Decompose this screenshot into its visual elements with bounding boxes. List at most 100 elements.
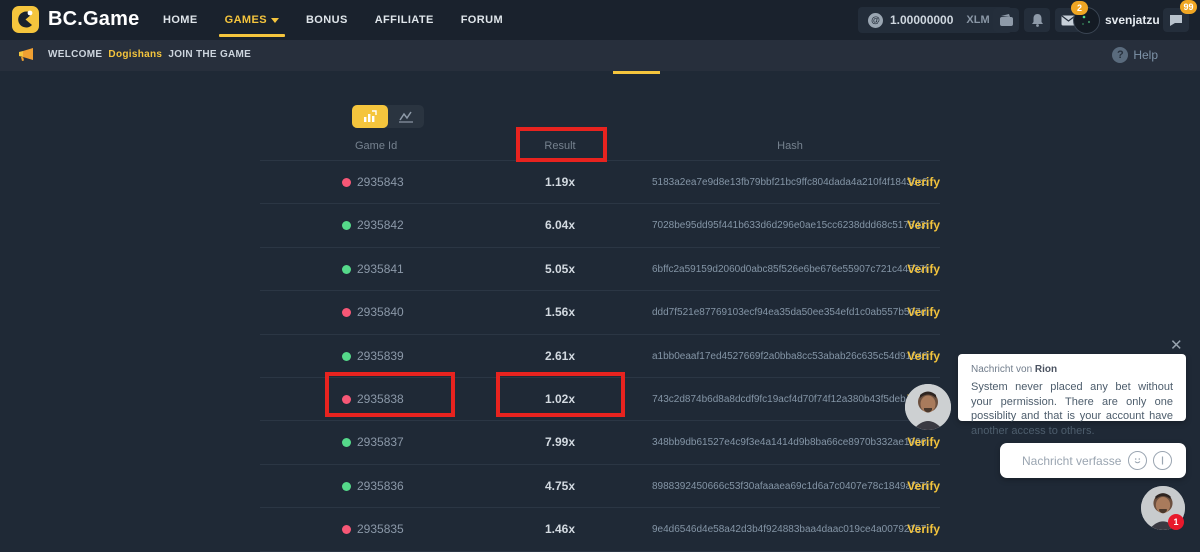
welcome-username: Dogishans <box>108 49 162 60</box>
wallet-icon <box>999 13 1014 27</box>
emoji-icon[interactable] <box>1128 451 1147 470</box>
game-hash: 8988392450666c53f30afaaaea69c1d6a7c0407e… <box>652 481 928 492</box>
xlm-coin-icon: @ <box>868 13 883 28</box>
chat-unread-badge: 1 <box>1168 514 1184 530</box>
balance-amount: 1.00000000 <box>890 13 953 27</box>
game-id: 2935843 <box>357 175 404 189</box>
table-row: 2935837 7.99x 348bb9db61527e4c9f3e4a1414… <box>260 421 940 464</box>
wallet-button[interactable] <box>993 8 1019 32</box>
game-id: 2935840 <box>357 305 404 319</box>
welcome-message: WELCOME Dogishans JOIN THE GAME <box>48 49 254 60</box>
verify-link[interactable]: Verify <box>907 175 940 189</box>
status-dot <box>342 221 351 230</box>
chat-input-bar <box>1000 443 1186 478</box>
nav-affiliate[interactable]: AFFILIATE <box>375 14 434 26</box>
bar-chart-icon <box>362 110 378 123</box>
header-hash: Hash <box>650 140 930 152</box>
game-result: 4.75x <box>480 479 640 493</box>
game-hash: 348bb9db61527e4c9f3e4a1414d9b8ba66ce8970… <box>652 437 928 448</box>
brand[interactable]: BC.Game <box>12 6 139 33</box>
chevron-down-icon <box>271 18 279 23</box>
active-tab-underline <box>219 34 285 37</box>
list-view-toggle[interactable] <box>352 105 388 128</box>
game-result: 5.05x <box>480 262 640 276</box>
game-id: 2935838 <box>357 392 404 406</box>
status-dot <box>342 395 351 404</box>
table-row: 2935842 6.04x 7028be95dd95f441b633d6d296… <box>260 204 940 247</box>
table-row: 2935835 1.46x 9e4d6546d4e58a42d3b4f92488… <box>260 508 940 551</box>
table-row: 2935840 1.56x ddd7f521e87769103ecf94ea35… <box>260 291 940 334</box>
bcgame-logo-icon <box>12 6 39 33</box>
bell-icon <box>1031 13 1044 27</box>
verify-link[interactable]: Verify <box>907 522 940 536</box>
top-navbar: BC.Game HOME GAMES BONUS AFFILIATE FORUM… <box>0 0 1200 40</box>
chat-message-card: Nachricht von Rion System never placed a… <box>958 354 1186 421</box>
table-row: 2935839 2.61x a1bb0eaaf17ed4527669f2a0bb… <box>260 335 940 378</box>
welcome-bar: WELCOME Dogishans JOIN THE GAME ? Help <box>0 40 1200 71</box>
game-hash: 9e4d6546d4e58a42d3b4f924883baa4daac019ce… <box>652 524 928 535</box>
game-hash: 7028be95dd95f441b633d6d296e0ae15cc6238dd… <box>652 220 928 231</box>
balance-selector[interactable]: @ 1.00000000 XLM <box>858 7 1012 33</box>
game-id: 2935842 <box>357 218 404 232</box>
chat-sender-name: Rion <box>1035 364 1057 375</box>
game-id: 2935835 <box>357 522 404 536</box>
brand-name: BC.Game <box>48 8 139 31</box>
game-result: 2.61x <box>480 349 640 363</box>
chat-message-input[interactable] <box>1020 453 1124 469</box>
nav-home[interactable]: HOME <box>163 14 198 26</box>
game-hash: a1bb0eaaf17ed4527669f2a0bba8cc53abab26c6… <box>652 351 928 362</box>
nav-games[interactable]: GAMES <box>225 14 279 26</box>
game-result: 1.56x <box>480 305 640 319</box>
game-id: 2935837 <box>357 435 404 449</box>
nav-bonus[interactable]: BONUS <box>306 14 348 26</box>
status-dot <box>342 482 351 491</box>
game-result: 1.19x <box>480 175 640 189</box>
verify-link[interactable]: Verify <box>907 479 940 493</box>
header-game-id: Game Id <box>355 140 397 152</box>
status-dot <box>342 178 351 187</box>
chat-badge: 99 <box>1180 0 1197 14</box>
game-table-body: 2935843 1.19x 5183a2ea7e9d8e13fb79bbf21b… <box>260 160 940 552</box>
game-hash: 743c2d874b6d8a8dcdf9fc19acf4d70f74f12a38… <box>652 394 928 405</box>
verify-link[interactable]: Verify <box>907 349 940 363</box>
main-nav: HOME GAMES BONUS AFFILIATE FORUM <box>163 0 503 40</box>
game-id: 2935841 <box>357 262 404 276</box>
game-hash: 6bffc2a59159d2060d0abc85f526e6be676e5590… <box>652 264 928 275</box>
close-icon[interactable]: ✕ <box>1170 336 1183 354</box>
status-dot <box>342 438 351 447</box>
verify-link[interactable]: Verify <box>907 262 940 276</box>
game-hash: ddd7f521e87769103ecf94ea35da50ee354efd1c… <box>652 307 928 318</box>
attachment-icon[interactable] <box>1153 451 1172 470</box>
trend-chart-icon <box>398 110 414 123</box>
help-button[interactable]: ? Help <box>1112 47 1158 63</box>
game-hash: 5183a2ea7e9d8e13fb79bbf21bc9ffc804dada4a… <box>652 177 928 188</box>
active-tab-indicator <box>613 71 660 74</box>
game-result: 6.04x <box>480 218 640 232</box>
verify-link[interactable]: Verify <box>907 218 940 232</box>
status-dot <box>342 308 351 317</box>
header-result: Result <box>480 140 640 152</box>
table-row: 2935836 4.75x 8988392450666c53f30afaaaea… <box>260 465 940 508</box>
megaphone-icon <box>17 47 35 63</box>
game-id: 2935836 <box>357 479 404 493</box>
game-result: 1.46x <box>480 522 640 536</box>
view-toggle-group <box>352 105 424 128</box>
game-id: 2935839 <box>357 349 404 363</box>
status-dot <box>342 525 351 534</box>
notifications-button[interactable] <box>1024 8 1050 32</box>
chat-sender-avatar <box>905 384 951 430</box>
chat-message-text: System never placed any bet without your… <box>971 380 1173 438</box>
chat-bubble-icon <box>1169 14 1183 27</box>
table-row: 2935841 5.05x 6bffc2a59159d2060d0abc85f5… <box>260 248 940 291</box>
game-result: 1.02x <box>480 392 640 406</box>
status-dot <box>342 265 351 274</box>
verify-link[interactable]: Verify <box>907 305 940 319</box>
question-mark-icon: ? <box>1112 47 1128 63</box>
chat-from-line: Nachricht von Rion <box>971 364 1173 375</box>
trend-view-toggle[interactable] <box>388 105 424 128</box>
status-dot <box>342 352 351 361</box>
verify-link[interactable]: Verify <box>907 435 940 449</box>
table-row: 2935843 1.19x 5183a2ea7e9d8e13fb79bbf21b… <box>260 161 940 204</box>
nav-forum[interactable]: FORUM <box>461 14 503 26</box>
game-result: 7.99x <box>480 435 640 449</box>
